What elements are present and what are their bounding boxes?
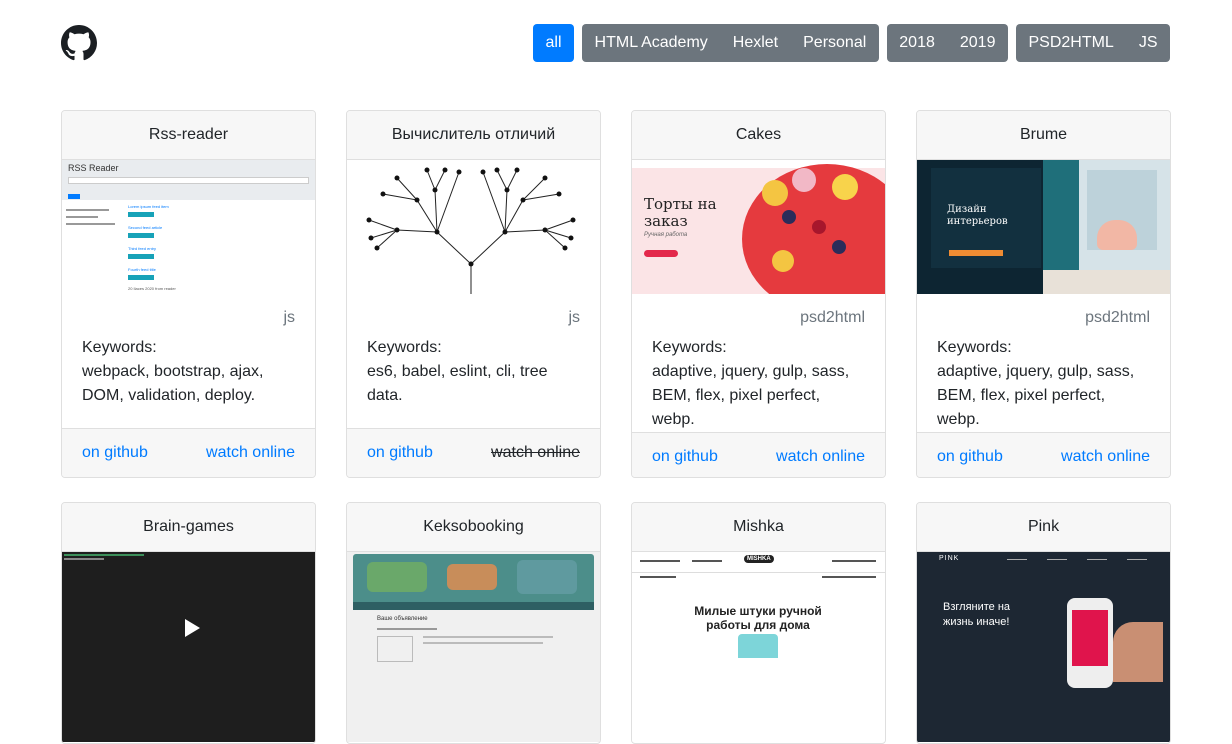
- project-thumbnail: [62, 552, 315, 742]
- card-body: js Keywords: webpack, bootstrap, ajax, D…: [62, 294, 315, 428]
- project-thumbnail: MISHKA Милые штуки ручной работы для дом…: [632, 552, 885, 742]
- thumb-headline: Милые штуки ручной работы для дома: [694, 604, 822, 632]
- card-footer: on github watch online: [632, 432, 885, 477]
- thumb-headline: Ваше объявление: [377, 616, 428, 622]
- card-title: Cakes: [632, 111, 885, 160]
- mishka-logo: MISHKA: [744, 555, 774, 563]
- filter-2019-button[interactable]: 2019: [947, 24, 1008, 62]
- watch-online-link-disabled: watch online: [491, 444, 580, 461]
- keywords-label: Keywords:: [367, 339, 442, 356]
- filter-personal-button[interactable]: Personal: [790, 24, 879, 62]
- thumb-headline: Дизайн интерьеров: [947, 204, 1008, 227]
- card-title: Rss-reader: [62, 111, 315, 160]
- card-title: Brume: [917, 111, 1170, 160]
- watch-online-link[interactable]: watch online: [776, 448, 865, 466]
- keywords-text: adaptive, jquery, gulp, sass, BEM, flex,…: [652, 363, 850, 428]
- watch-online-link[interactable]: watch online: [206, 444, 295, 462]
- filter-group-source: HTML Academy Hexlet Personal: [582, 24, 879, 62]
- card-footer: on github watch online: [347, 428, 600, 477]
- card-body: js Keywords: es6, babel, eslint, cli, tr…: [347, 294, 600, 428]
- play-icon[interactable]: [180, 616, 204, 640]
- card-body: psd2html Keywords: adaptive, jquery, gul…: [917, 294, 1170, 432]
- github-icon[interactable]: [61, 25, 97, 61]
- card-footer: on github watch online: [62, 428, 315, 477]
- project-thumbnail: Дизайн интерьеров: [917, 160, 1170, 294]
- filter-group-type: PSD2HTML JS: [1015, 24, 1170, 62]
- filter-js-button[interactable]: JS: [1126, 24, 1170, 62]
- project-card-cakes: Cakes Торты на заказ Ручная работа psd2h…: [631, 110, 886, 478]
- pink-logo: PINK: [939, 555, 960, 562]
- filter-bar: all HTML Academy Hexlet Personal 2018 20…: [533, 24, 1170, 62]
- project-card-mishka: Mishka MISHKA Милые штуки ручной работы …: [631, 502, 886, 744]
- watch-online-link[interactable]: watch online: [1061, 448, 1150, 466]
- thumb-headline: Торты на заказ: [644, 195, 717, 230]
- thumb-line: Fourth feed title: [128, 267, 156, 272]
- card-footer: on github watch online: [917, 432, 1170, 477]
- keywords-label: Keywords:: [82, 339, 157, 356]
- thumb-title: RSS Reader: [68, 163, 119, 173]
- project-tag: js: [568, 309, 580, 326]
- keywords-label: Keywords:: [652, 339, 727, 356]
- filter-hexlet-button[interactable]: Hexlet: [720, 24, 791, 62]
- keywords-text: adaptive, jquery, gulp, sass, BEM, flex,…: [937, 363, 1135, 428]
- project-thumbnail: RSS Reader Lorem ipsum feed item Second …: [62, 160, 315, 294]
- thumb-line: Second feed article: [128, 225, 163, 230]
- filter-2018-button[interactable]: 2018: [886, 24, 948, 62]
- tree-diagram-image: [366, 167, 576, 294]
- card-title: Brain-games: [62, 503, 315, 552]
- filter-html-academy-button[interactable]: HTML Academy: [582, 24, 721, 62]
- project-thumbnail: Ваше объявление: [347, 552, 600, 742]
- project-tag: psd2html: [1085, 309, 1150, 326]
- filter-group-year: 2018 2019: [886, 24, 1008, 62]
- keywords-text: es6, babel, eslint, cli, tree data.: [367, 363, 548, 404]
- project-card-brain-games: Brain-games: [61, 502, 316, 744]
- project-tag: js: [283, 309, 295, 326]
- project-thumbnail: Торты на заказ Ручная работа: [632, 160, 885, 294]
- project-card-rss-reader: Rss-reader RSS Reader Lorem ipsum feed i…: [61, 110, 316, 478]
- keywords-label: Keywords:: [937, 339, 1012, 356]
- github-link[interactable]: on github: [367, 444, 433, 462]
- github-link[interactable]: on github: [82, 444, 148, 462]
- project-grid: Rss-reader RSS Reader Lorem ipsum feed i…: [61, 110, 1171, 744]
- project-thumbnail: PINK Взгляните на жизнь иначе!: [917, 552, 1170, 742]
- project-thumbnail: [347, 160, 600, 294]
- card-title: Вычислитель отличий: [347, 111, 600, 160]
- thumb-headline: Взгляните на жизнь иначе!: [943, 601, 1011, 628]
- project-card-brume: Brume Дизайн интерьеров psd2html Keyword…: [916, 110, 1171, 478]
- card-title: Keksobooking: [347, 503, 600, 552]
- filter-psd2html-button[interactable]: PSD2HTML: [1015, 24, 1127, 62]
- thumb-subtitle: Ручная работа: [644, 232, 688, 238]
- project-card-pink: Pink PINK Взгляните на жизнь иначе!: [916, 502, 1171, 744]
- filter-all-button[interactable]: all: [533, 24, 575, 62]
- filter-group-all: all: [533, 24, 575, 62]
- thumb-line: Lorem ipsum feed item: [128, 204, 169, 209]
- github-link[interactable]: on github: [937, 448, 1003, 466]
- card-body: psd2html Keywords: adaptive, jquery, gul…: [632, 294, 885, 432]
- thumb-footer: 20 Ilaces 2020 from reader: [128, 286, 176, 291]
- thumb-line: Third feed entry: [128, 246, 157, 251]
- project-card-diff-calculator: Вычислитель отличий js Keywords: es6, ba…: [346, 110, 601, 478]
- card-title: Mishka: [632, 503, 885, 552]
- keywords-text: webpack, bootstrap, ajax, DOM, validatio…: [82, 363, 264, 404]
- project-tag: psd2html: [800, 309, 865, 326]
- github-link[interactable]: on github: [652, 448, 718, 466]
- card-title: Pink: [917, 503, 1170, 552]
- project-card-keksobooking: Keksobooking Ваше объявление: [346, 502, 601, 744]
